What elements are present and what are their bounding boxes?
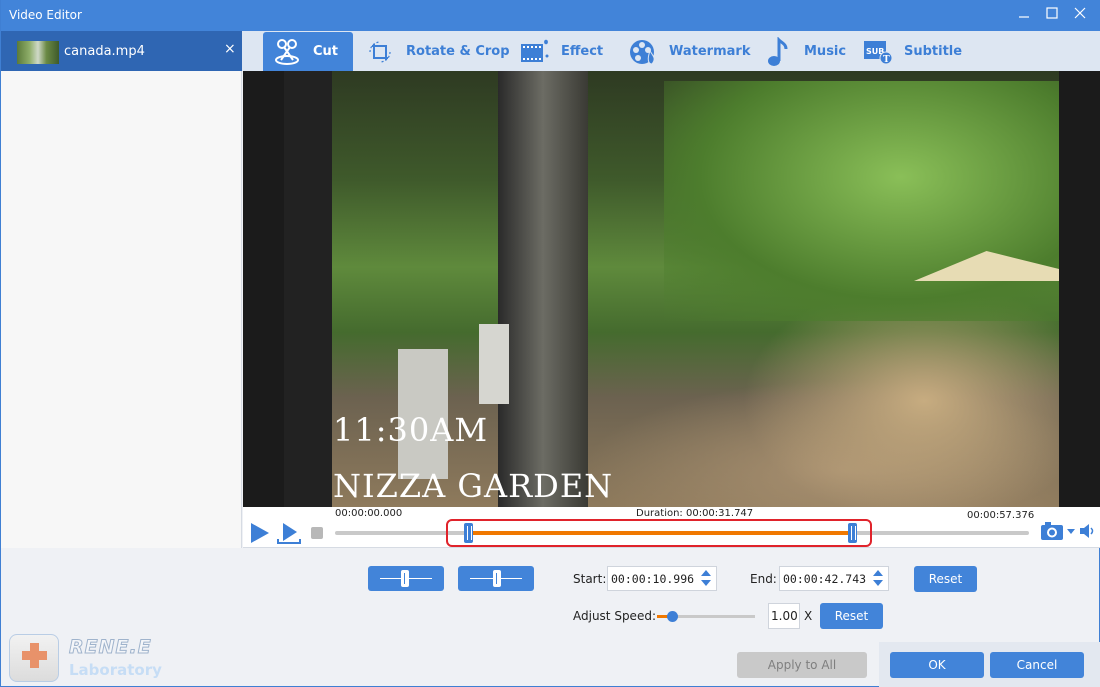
start-time-input[interactable]: 00:00:10.996 (607, 566, 717, 591)
stop-icon[interactable] (311, 527, 323, 539)
logo-cross (22, 651, 47, 660)
timeline-start-time: 00:00:00.000 (335, 508, 403, 519)
rotate-crop-icon (364, 36, 396, 68)
scissors-icon (271, 36, 303, 68)
spinner-down-icon[interactable] (873, 580, 883, 586)
frame-trunk (284, 71, 332, 507)
set-start-button[interactable] (368, 566, 444, 591)
watermark-reel-icon (627, 36, 659, 68)
subtitle-icon: SUB T (862, 36, 894, 68)
frame-utility-box (479, 324, 509, 404)
spinner-up-icon[interactable] (873, 570, 883, 576)
start-time-spinner[interactable] (701, 570, 711, 587)
end-time-value: 00:00:42.743 (783, 572, 867, 586)
speed-slider-handle[interactable] (667, 611, 678, 622)
tab-cut[interactable]: Cut (263, 32, 353, 71)
ok-button[interactable]: OK (890, 652, 984, 678)
reset-speed-button[interactable]: Reset (820, 603, 883, 629)
end-time-input[interactable]: 00:00:42.743 (779, 566, 889, 591)
spinner-down-icon[interactable] (701, 580, 711, 586)
music-note-icon (762, 36, 794, 68)
play-icon[interactable] (251, 523, 269, 543)
maximize-button[interactable] (1041, 5, 1063, 25)
file-list-item[interactable]: canada.mp4 × (1, 31, 242, 71)
reset-cut-button[interactable]: Reset (914, 566, 977, 592)
tab-watermark[interactable]: Watermark (627, 32, 750, 71)
close-icon (1074, 7, 1086, 19)
start-time-value: 00:00:10.996 (611, 572, 695, 586)
snapshot-button[interactable] (1040, 521, 1064, 541)
effect-film-icon (519, 36, 551, 68)
volume-button[interactable] (1079, 523, 1097, 539)
title-bar: Video Editor (1, 0, 1100, 31)
video-preview[interactable]: 11:30AM NIZZA GARDEN (243, 71, 1100, 507)
svg-text:T: T (883, 55, 890, 65)
timeline-end-time: 00:00:57.376 (967, 510, 1035, 521)
close-window-button[interactable] (1069, 5, 1091, 25)
tab-label: Music (804, 44, 847, 59)
maximize-icon (1046, 7, 1058, 19)
tab-effect[interactable]: Effect (519, 32, 603, 71)
minimize-button[interactable] (1013, 5, 1035, 25)
tab-music[interactable]: Music (762, 32, 846, 71)
speed-unit: X (804, 609, 813, 623)
cancel-button[interactable]: Cancel (990, 652, 1084, 678)
apply-to-all-button[interactable]: Apply to All (737, 652, 867, 678)
start-label: Start: (573, 572, 607, 586)
end-time-spinner[interactable] (873, 570, 883, 587)
frame-trunk (498, 71, 588, 507)
snapshot-dropdown-icon[interactable] (1067, 529, 1075, 534)
play-selection-icon (277, 523, 301, 544)
frame-foliage (664, 81, 1059, 321)
logo-brand: RENE.E (69, 636, 152, 659)
tab-subtitle[interactable]: SUB T Subtitle (862, 32, 962, 71)
file-name: canada.mp4 (64, 44, 145, 59)
set-end-button[interactable] (458, 566, 534, 591)
adjust-speed-label: Adjust Speed: (573, 609, 656, 623)
file-list-sidebar: canada.mp4 × (1, 31, 242, 548)
set-start-icon (401, 570, 409, 587)
minimize-icon (1019, 16, 1029, 18)
rene-e-logo: RENE.E Laboratory (9, 634, 162, 684)
tab-label: Watermark (669, 44, 751, 59)
editor-tabs: Cut Rotate & Crop Effect Watermark Music (242, 31, 1100, 71)
video-editor-window: Video Editor canada.mp4 × Cut Rotate & C… (0, 0, 1100, 687)
logo-key-icon (9, 634, 59, 682)
volume-icon (1080, 524, 1094, 538)
tab-rotate-crop[interactable]: Rotate & Crop (364, 32, 510, 71)
tab-label: Rotate & Crop (406, 44, 510, 59)
timeline-duration: Duration: 00:00:31.747 (636, 508, 754, 519)
set-end-icon (493, 570, 501, 587)
remove-file-button[interactable]: × (224, 41, 236, 57)
video-overlay-location: NIZZA GARDEN (333, 467, 614, 505)
timeline-bar: 00:00:00.000 Duration: 00:00:31.747 00:0… (243, 507, 1100, 548)
tab-label: Subtitle (904, 44, 963, 59)
play-selection-button[interactable] (277, 521, 301, 545)
tab-label: Cut (313, 44, 339, 59)
speed-input[interactable]: 1.00 (768, 603, 800, 629)
logo-subtitle: Laboratory (69, 661, 162, 679)
video-overlay-time: 11:30AM (333, 411, 489, 449)
tab-label: Effect (561, 44, 604, 59)
window-title: Video Editor (9, 8, 82, 22)
end-label: End: (750, 572, 777, 586)
camera-icon (1041, 522, 1063, 540)
video-thumbnail (17, 41, 59, 64)
video-frame: 11:30AM NIZZA GARDEN (284, 71, 1059, 507)
spinner-up-icon[interactable] (701, 570, 711, 576)
selection-highlight-box (446, 519, 872, 547)
